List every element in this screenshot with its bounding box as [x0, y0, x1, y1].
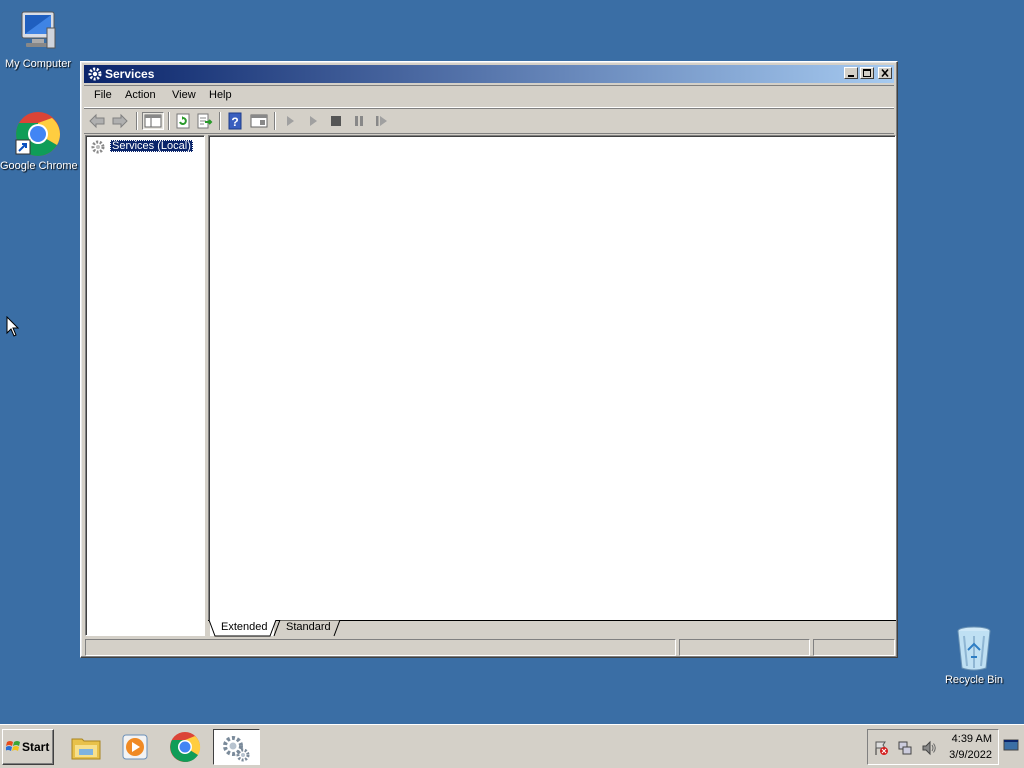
show-hide-tree-button[interactable] [142, 112, 164, 130]
status-cell-3 [813, 639, 895, 656]
refresh-icon [176, 113, 190, 129]
taskbar: Start 4:39 AM 3/9/2022 [0, 724, 1024, 768]
toolbar-separator [219, 112, 221, 130]
back-arrow-icon [89, 113, 105, 129]
chrome-icon [15, 112, 60, 156]
desktop-icon-label: Google Chrome [0, 160, 78, 172]
gear-icon [88, 67, 102, 81]
export-list-icon [197, 113, 213, 129]
services-icon [223, 736, 250, 762]
view-tabs: Extended Standard [208, 620, 896, 637]
start-service-alt-button[interactable] [304, 112, 322, 130]
maximize-button[interactable] [860, 67, 874, 79]
back-button[interactable] [88, 112, 106, 130]
forward-arrow-icon [112, 113, 128, 129]
start-service-alt-icon [310, 116, 317, 126]
clock-date[interactable]: 3/9/2022 [949, 749, 992, 761]
toolbar: ? [84, 108, 894, 134]
properties-button[interactable] [249, 112, 269, 130]
mouse-cursor-icon [6, 316, 20, 337]
window-title: Services [105, 67, 155, 81]
chrome-icon [170, 732, 201, 762]
export-list-button[interactable] [196, 112, 214, 130]
show-hide-tree-icon [144, 114, 162, 128]
tab-label: Extended [221, 621, 268, 633]
status-cell-2 [679, 639, 810, 656]
action-center-flag-icon[interactable] [873, 740, 889, 756]
taskbar-chrome[interactable] [163, 729, 207, 765]
desktop-icon-google-chrome[interactable]: Google Chrome [0, 110, 78, 172]
media-player-icon [122, 734, 148, 760]
tree-item-label: Services (Local) [110, 140, 193, 152]
toolbar-separator [168, 112, 170, 130]
clock-time[interactable]: 4:39 AM [952, 733, 992, 745]
menu-file[interactable]: File [94, 89, 112, 101]
recycle-bin-icon [957, 626, 991, 671]
start-button[interactable]: Start [2, 729, 54, 765]
title-bar[interactable]: Services [84, 65, 894, 83]
network-icon[interactable] [897, 740, 913, 756]
restart-service-icon [376, 116, 387, 126]
minimize-button[interactable] [844, 67, 858, 79]
menu-action[interactable]: Action [125, 89, 156, 101]
close-button[interactable] [878, 67, 892, 79]
console-tree-pane: Services (Local) [85, 135, 205, 636]
properties-icon [250, 114, 268, 128]
desktop-icon-label: My Computer [4, 58, 72, 70]
volume-icon[interactable] [921, 740, 937, 756]
help-button[interactable]: ? [226, 112, 244, 130]
start-label: Start [22, 740, 50, 754]
status-cell-main [85, 639, 676, 656]
svg-text:?: ? [231, 115, 238, 129]
start-service-icon [287, 116, 294, 126]
desktop-icon-recycle-bin[interactable]: Recycle Bin [936, 624, 1012, 686]
stop-service-button[interactable] [327, 112, 345, 130]
menu-help[interactable]: Help [209, 89, 232, 101]
desktop-icon-my-computer[interactable]: My Computer [0, 8, 76, 70]
refresh-button[interactable] [174, 112, 192, 130]
pause-service-icon [355, 116, 363, 126]
tab-standard[interactable]: Standard [273, 620, 341, 637]
menu-view[interactable]: View [172, 89, 196, 101]
stop-service-icon [331, 116, 341, 126]
tab-label: Standard [286, 621, 331, 633]
toolbar-separator [136, 112, 138, 130]
menu-bar: File Action View Help [84, 85, 894, 108]
taskbar-media-player[interactable] [113, 729, 157, 765]
details-pane [208, 135, 896, 620]
taskbar-services[interactable] [213, 729, 260, 765]
system-tray: 4:39 AM 3/9/2022 [867, 729, 999, 765]
tab-extended[interactable]: Extended [208, 620, 277, 637]
windows-logo-icon [6, 741, 20, 751]
show-desktop-icon[interactable] [1003, 739, 1019, 753]
services-window: Services File Action View Help ? Service… [80, 61, 898, 658]
file-explorer-icon [71, 738, 101, 760]
pause-service-button[interactable] [350, 112, 368, 130]
start-service-button[interactable] [281, 112, 299, 130]
maximize-icon [863, 69, 871, 77]
desktop-icon-label: Recycle Bin [944, 674, 1004, 686]
services-gear-icon [91, 140, 105, 154]
restart-service-button[interactable] [373, 112, 391, 130]
status-bar [84, 639, 895, 656]
computer-icon [21, 11, 56, 49]
toolbar-separator [274, 112, 276, 130]
minimize-icon [848, 75, 854, 77]
forward-button[interactable] [111, 112, 129, 130]
close-icon [881, 68, 889, 78]
taskbar-file-explorer[interactable] [64, 729, 108, 765]
help-icon: ? [228, 112, 242, 130]
